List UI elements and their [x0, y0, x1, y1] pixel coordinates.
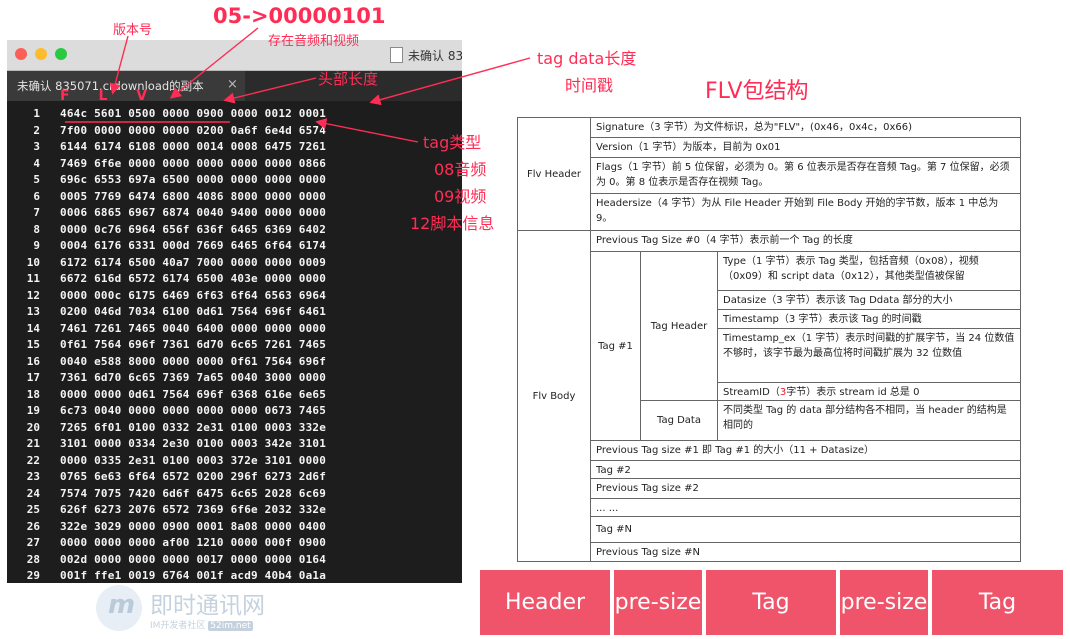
tag-data-desc-cell: 不同类型 Tag 的 data 部分结构各不相同，当 header 的结构是相同…	[717, 400, 1021, 441]
bar-tag-2: Tag	[932, 570, 1063, 635]
flags-sub-annotation: 存在音频和视频	[268, 34, 360, 49]
signature-cell: Signature（3 字节）为文件标识，总为"FLV"，(0x46，0x4c，…	[590, 117, 1021, 138]
tag-n-cell: Tag #N	[590, 516, 1021, 543]
audio-type-annotation: 08音频	[434, 160, 487, 179]
video-type-annotation: 09视频	[434, 187, 487, 206]
flv-header-cell: Flv Header	[517, 117, 591, 231]
bar-pre-size-1: pre-size	[614, 570, 702, 635]
prev-tag-size-n-cell: Previous Tag size #N	[590, 542, 1021, 562]
prev-tag-size-2-cell: Previous Tag size #2	[590, 478, 1021, 499]
flags-arrow	[169, 27, 259, 99]
tag1-cell: Tag #1	[590, 251, 641, 441]
type-cell: Type（1 字节）表示 Tag 类型，包括音频（0x08），视频（0x09）和…	[717, 251, 1021, 291]
watermark-name: 即时通讯网	[150, 593, 265, 619]
watermark-logo-icon: m	[96, 585, 142, 631]
prev-tag-size-0-cell: Previous Tag Size #0（4 字节）表示前一个 Tag 的长度	[590, 230, 1021, 252]
tag2-cell: Tag #2	[590, 460, 1021, 479]
diagram-title: FLV包结构	[705, 79, 809, 104]
version-cell: Version（1 字节）为版本，目前为 0x01	[590, 137, 1021, 158]
timestamp-ex-cell: Timestamp_ex（1 字节）表示时间戳的扩展字节，当 24 位数值不够时…	[717, 328, 1021, 383]
datasize-cell: Datasize（3 字节）表示该 Tag Ddata 部分的大小	[717, 290, 1021, 310]
timestamp-cell: Timestamp（3 字节）表示该 Tag 的时间戳	[717, 309, 1021, 329]
header-length-arrow	[223, 77, 317, 104]
streamid-text-a: StreamID（	[723, 387, 780, 398]
version-annotation: 版本号	[113, 23, 153, 38]
prev-tag-size-1-cell: Previous Tag size #1 即 Tag #1 的大小（11 + D…	[590, 440, 1021, 461]
tag-data-cell: Tag Data	[640, 400, 718, 441]
tag-type-arrow	[315, 118, 419, 143]
bar-tag-1: Tag	[706, 570, 836, 635]
streamid-text-c: 字节）表示 stream id 总是 0	[786, 387, 920, 398]
flv-body-cell: Flv Body	[517, 230, 591, 562]
watermark-sub: IM开发者社区 52im.net	[150, 621, 253, 631]
ellipsis-cell: ... ...	[590, 498, 1021, 517]
flags-cell: Flags（1 字节）前 5 位保留，必须为 0。第 6 位表示是否存在音频 T…	[590, 157, 1021, 194]
version-arrow	[109, 35, 129, 95]
tag-data-length-annotation: tag data长度	[537, 49, 637, 68]
tag-data-length-arrow	[369, 57, 531, 106]
tag-type-annotation: tag类型	[423, 133, 482, 152]
flags-annotation: 05->00000101	[213, 4, 386, 28]
bar-header: Header	[480, 570, 610, 635]
flv-signature-letters: F L V	[60, 88, 160, 104]
timestamp-annotation: 时间戳	[565, 76, 614, 95]
bar-pre-size-2: pre-size	[840, 570, 928, 635]
tag-header-cell: Tag Header	[640, 251, 718, 401]
streamid-cell: StreamID（3字节）表示 stream id 总是 0	[717, 382, 1021, 402]
script-type-annotation: 12脚本信息	[410, 214, 495, 233]
headersize-cell: Headersize（4 字节）为从 File Header 开始到 File …	[590, 193, 1021, 231]
header-length-annotation: 头部长度	[318, 70, 379, 88]
